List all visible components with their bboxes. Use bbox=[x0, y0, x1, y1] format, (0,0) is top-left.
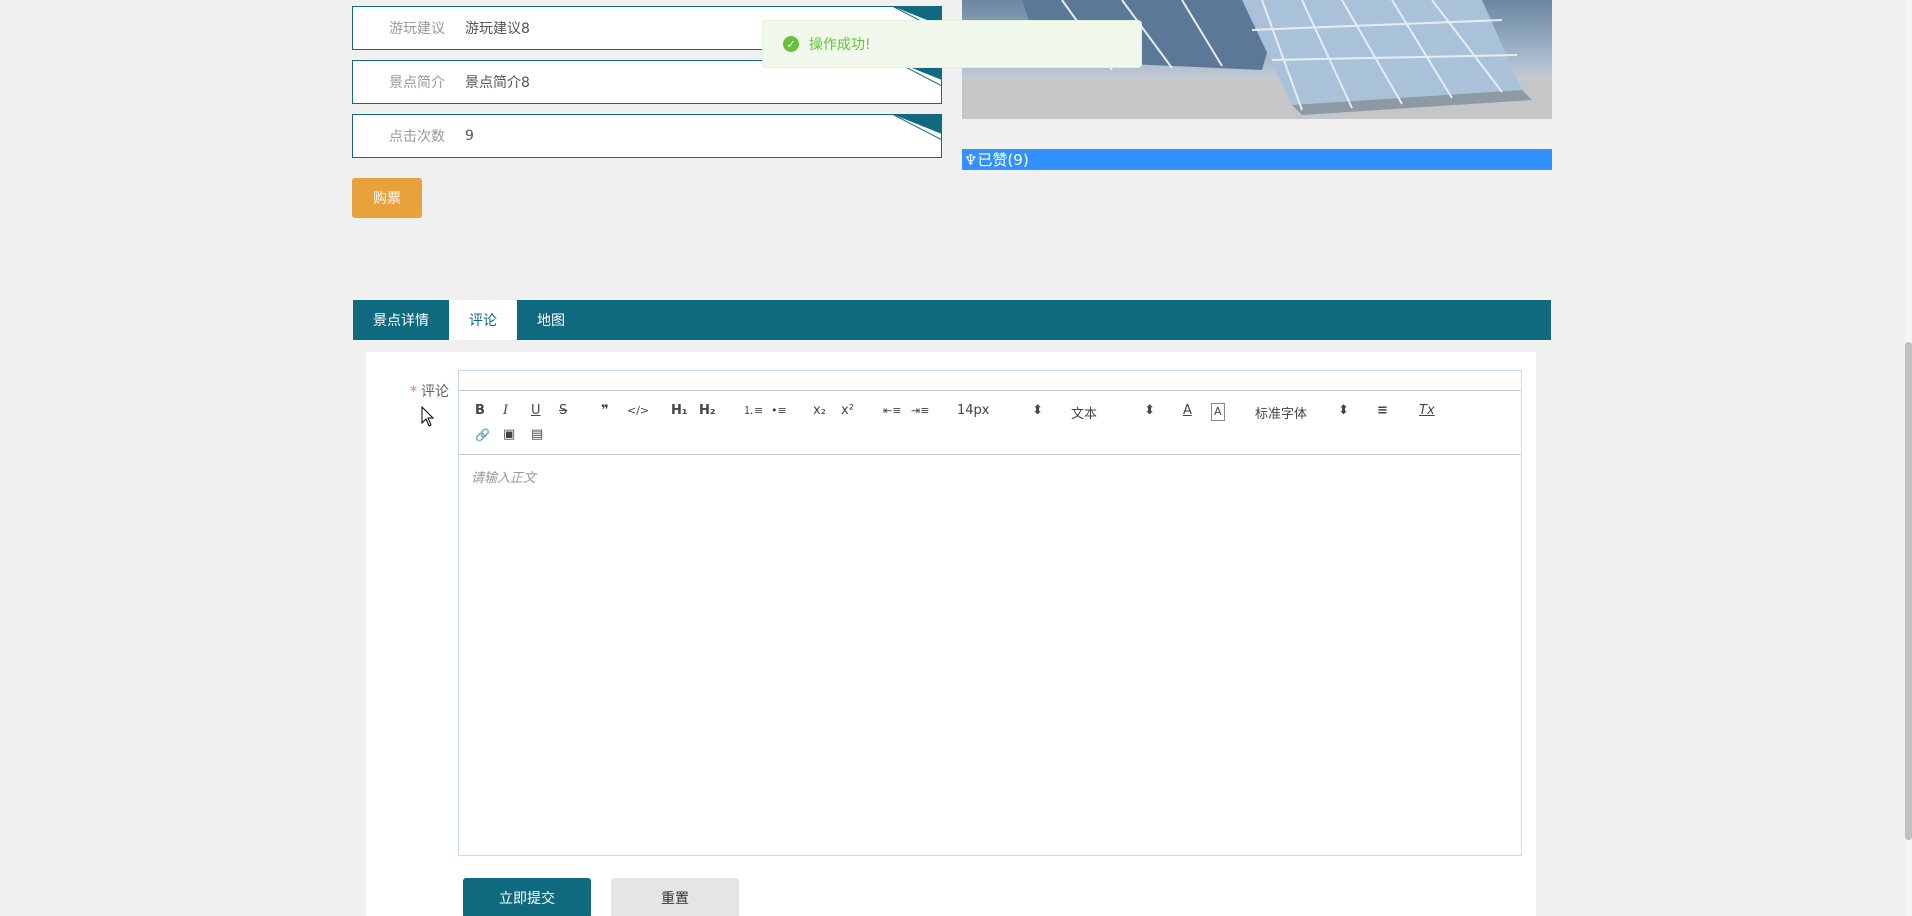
scrollbar-thumb[interactable] bbox=[1905, 342, 1912, 840]
toast-message: 操作成功! bbox=[809, 37, 871, 53]
info-label: 景点简介 bbox=[389, 75, 445, 91]
header-select[interactable]: 文本 ⬍ bbox=[1071, 403, 1155, 422]
underline-icon[interactable]: U bbox=[531, 403, 541, 419]
strikethrough-icon[interactable]: S bbox=[559, 403, 567, 419]
superscript-icon[interactable]: x² bbox=[841, 403, 854, 419]
heading2-icon[interactable]: H₂ bbox=[699, 403, 716, 419]
info-value: 游玩建议8 bbox=[465, 21, 530, 37]
info-label: 点击次数 bbox=[389, 129, 445, 145]
header-value: 文本 bbox=[1071, 407, 1098, 422]
background-color-icon[interactable]: A bbox=[1211, 403, 1225, 421]
font-color-icon[interactable]: A bbox=[1183, 403, 1192, 419]
reset-button[interactable]: 重置 bbox=[611, 878, 739, 916]
success-toast: ✓ 操作成功! bbox=[762, 20, 1142, 68]
tab-details[interactable]: 景点详情 bbox=[353, 300, 449, 340]
check-icon: ✓ bbox=[783, 36, 799, 52]
font-size-select[interactable]: 14px ⬍ bbox=[957, 403, 1043, 418]
select-arrow-icon: ⬍ bbox=[1032, 403, 1043, 418]
corner-decoration bbox=[892, 115, 941, 141]
bold-icon[interactable]: B bbox=[475, 403, 485, 419]
comment-field-label: * 评论 bbox=[410, 381, 449, 401]
heading1-icon[interactable]: H₁ bbox=[671, 403, 688, 419]
blockquote-icon[interactable]: ❞ bbox=[601, 403, 609, 419]
comment-label-text: 评论 bbox=[421, 384, 449, 400]
subscript-icon[interactable]: x₂ bbox=[813, 403, 826, 419]
required-mark: * bbox=[410, 384, 417, 400]
italic-icon[interactable]: I bbox=[503, 403, 508, 419]
link-icon[interactable]: 🔗 bbox=[475, 427, 490, 443]
info-value: 9 bbox=[465, 128, 474, 144]
code-icon[interactable]: </> bbox=[627, 403, 649, 419]
info-value: 景点简介8 bbox=[465, 75, 530, 91]
bullet-list-icon[interactable]: •≡ bbox=[771, 403, 787, 419]
buy-ticket-button[interactable]: 购票 bbox=[352, 178, 422, 218]
rich-text-editor: B I U S ❞ </> H₁ H₂ ⒈≡ •≡ x₂ x² ⇤≡ ⇥≡ 14… bbox=[458, 370, 1522, 856]
clear-format-icon[interactable]: Tx bbox=[1419, 403, 1435, 419]
tab-comments[interactable]: 评论 bbox=[449, 300, 517, 340]
ordered-list-icon[interactable]: ⒈≡ bbox=[743, 403, 763, 419]
tab-map[interactable]: 地图 bbox=[517, 300, 585, 340]
editor-top-strip bbox=[459, 371, 1521, 391]
select-arrow-icon: ⬍ bbox=[1338, 403, 1349, 418]
select-arrow-icon: ⬍ bbox=[1144, 403, 1155, 418]
editor-content[interactable]: 请输入正文 bbox=[459, 455, 1521, 498]
editor-toolbar: B I U S ❞ </> H₁ H₂ ⒈≡ •≡ x₂ x² ⇤≡ ⇥≡ 14… bbox=[459, 391, 1521, 455]
image-icon[interactable]: ▣ bbox=[503, 427, 515, 443]
font-family-select[interactable]: 标准字体 ⬍ bbox=[1255, 403, 1349, 422]
info-label: 游玩建议 bbox=[389, 21, 445, 37]
like-button[interactable]: ♆已赞(9) bbox=[962, 149, 1552, 170]
video-icon[interactable]: ▤ bbox=[531, 427, 543, 443]
mouse-cursor-icon bbox=[421, 406, 435, 427]
outdent-icon[interactable]: ⇤≡ bbox=[883, 403, 901, 419]
indent-icon[interactable]: ⇥≡ bbox=[911, 403, 929, 419]
detail-tabs: 景点详情 评论 地图 bbox=[353, 300, 1551, 340]
font-size-value: 14px bbox=[957, 403, 990, 418]
info-row-clicks: 点击次数 9 bbox=[352, 114, 942, 158]
align-icon[interactable]: ≡ bbox=[1377, 403, 1388, 419]
submit-button[interactable]: 立即提交 bbox=[463, 878, 591, 916]
font-family-value: 标准字体 bbox=[1255, 407, 1308, 422]
